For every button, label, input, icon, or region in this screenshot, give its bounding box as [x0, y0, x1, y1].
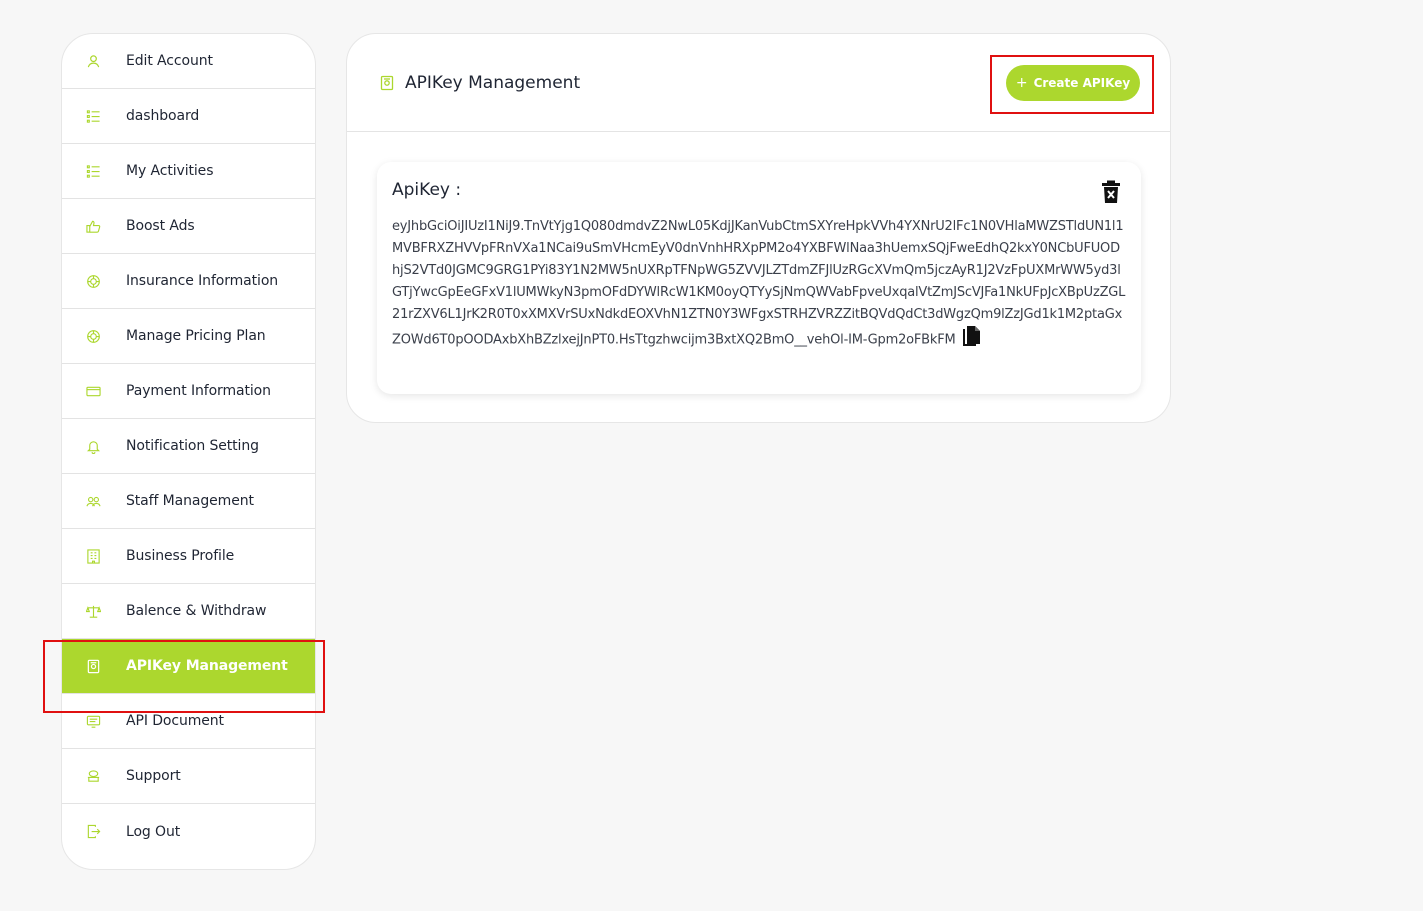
sidebar-item-my-activities[interactable]: My Activities [62, 144, 315, 199]
sidebar-item-edit-account[interactable]: Edit Account [62, 34, 315, 89]
bell-icon [84, 437, 102, 455]
sidebar-item-boost-ads[interactable]: Boost Ads [62, 199, 315, 254]
sidebar-item-payment-information[interactable]: Payment Information [62, 364, 315, 419]
sidebar-item-balance-withdraw[interactable]: Balence & Withdraw [62, 584, 315, 639]
sidebar-item-apikey-management[interactable]: APIKey Management [62, 639, 315, 694]
sidebar-item-staff-management[interactable]: Staff Management [62, 474, 315, 529]
sidebar-item-label: Edit Account [126, 53, 213, 69]
sidebar-item-api-document[interactable]: API Document [62, 694, 315, 749]
thumbs-up-icon [84, 217, 102, 235]
sidebar-item-label: APIKey Management [126, 658, 288, 674]
support-icon [84, 767, 102, 785]
sidebar-item-label: Notification Setting [126, 438, 259, 454]
sidebar-item-support[interactable]: Support [62, 749, 315, 804]
building-icon [84, 547, 102, 565]
sidebar-item-label: Insurance Information [126, 273, 279, 289]
sidebar-item-label: Boost Ads [126, 218, 195, 234]
page-title: APIKey Management [405, 72, 581, 93]
sidebar-item-log-out[interactable]: Log Out [62, 804, 315, 859]
sidebar-item-label: Business Profile [126, 548, 235, 564]
sidebar-item-label: Payment Information [126, 383, 271, 399]
copy-icon[interactable] [962, 326, 980, 354]
document-icon [84, 712, 102, 730]
apikey-text-container: eyJhbGciOiJIUzI1NiJ9.TnVtYjg1Q080dmdvZ2N… [392, 216, 1127, 354]
apikey-panel: APIKey Management + Create APIKey ApiKey… [346, 33, 1171, 423]
sidebar-item-label: Staff Management [126, 493, 254, 509]
list-icon [84, 107, 102, 125]
sidebar-item-business-profile[interactable]: Business Profile [62, 529, 315, 584]
apikey-title: ApiKey : [392, 180, 462, 200]
sidebar-item-manage-pricing-plan[interactable]: Manage Pricing Plan [62, 309, 315, 364]
sidebar-item-label: Support [126, 768, 181, 784]
sidebar-item-notification-setting[interactable]: Notification Setting [62, 419, 315, 474]
sidebar-item-label: dashboard [126, 108, 200, 124]
sidebar-item-label: API Document [126, 713, 224, 729]
panel-header: APIKey Management + Create APIKey [347, 34, 1170, 132]
sidebar-item-label: Log Out [126, 823, 181, 840]
key-shield-icon [84, 657, 102, 675]
scale-icon [84, 602, 102, 620]
apikey-card: ApiKey : eyJhbGciOiJIUzI1NiJ9.TnVtYjg1Q0… [377, 162, 1141, 394]
create-apikey-label: Create APIKey [1033, 76, 1131, 90]
sidebar-item-dashboard[interactable]: dashboard [62, 89, 315, 144]
sidebar-item-label: My Activities [126, 163, 214, 179]
apikey-value: eyJhbGciOiJIUzI1NiJ9.TnVtYjg1Q080dmdvZ2N… [392, 219, 1126, 348]
logout-icon [84, 823, 102, 841]
list-icon [84, 162, 102, 180]
delete-icon[interactable] [1101, 180, 1121, 204]
badge-icon [84, 272, 102, 290]
key-shield-icon [379, 75, 395, 91]
users-icon [84, 492, 102, 510]
sidebar: Edit Account dashboard My Activities Boo… [61, 33, 316, 870]
badge-icon [84, 327, 102, 345]
card-icon [84, 382, 102, 400]
sidebar-item-label: Balence & Withdraw [126, 603, 267, 619]
sidebar-item-label: Manage Pricing Plan [126, 328, 266, 344]
create-apikey-button[interactable]: + Create APIKey [1006, 65, 1140, 101]
sidebar-item-insurance-information[interactable]: Insurance Information [62, 254, 315, 309]
plus-icon: + [1015, 75, 1028, 91]
user-icon [84, 52, 102, 70]
